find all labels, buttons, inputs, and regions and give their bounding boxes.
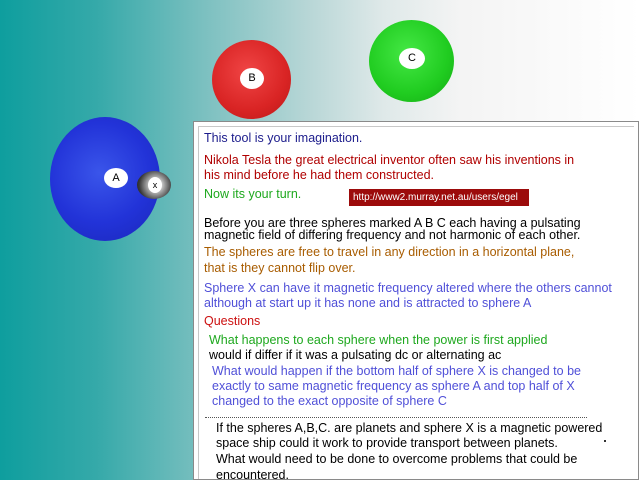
question-3-line3: What would need to be done to overcome p…: [216, 452, 578, 466]
question-1-line1: What happens to each sphere when the pow…: [209, 333, 548, 347]
before-text-line2: magnetic field of differing frequency an…: [204, 228, 581, 242]
panel-title: This tool is your imagination.: [204, 131, 363, 145]
sphere-a-label: A: [104, 168, 128, 188]
sphere-x-text-line2: although at start up it has none and is …: [204, 296, 532, 310]
question-3-line2: space ship could it work to provide tran…: [216, 436, 558, 450]
tesla-text-line2: his mind before he had them constructed.: [204, 168, 434, 182]
question-2-line3: changed to the exact opposite of sphere …: [212, 394, 447, 408]
url-link[interactable]: http://www2.murray.net.au/users/egel: [349, 189, 529, 206]
question-2-line1: What would happen if the bottom half of …: [212, 364, 581, 378]
free-text-line1: The spheres are free to travel in any di…: [204, 245, 575, 259]
info-panel-content: This tool is your imagination. Nikola Te…: [198, 126, 634, 479]
sphere-c-label: C: [399, 48, 425, 69]
tesla-text-line1: Nikola Tesla the great electrical invent…: [204, 153, 575, 167]
sphere-x-label: x: [148, 177, 162, 193]
questions-heading: Questions: [204, 314, 261, 328]
info-panel: This tool is your imagination. Nikola Te…: [193, 121, 639, 480]
dotted-divider: [205, 417, 587, 418]
question-1-line2: would if differ if it was a pulsating dc…: [209, 348, 502, 362]
turn-text: Now its your turn.: [204, 187, 302, 201]
sphere-b-label: B: [240, 68, 264, 89]
stray-dot: [604, 440, 606, 442]
sphere-x-text-line1: Sphere X can have it magnetic frequency …: [204, 281, 612, 295]
free-text-line2: that is they cannot flip over.: [204, 261, 356, 275]
question-2-line2: exactly to same magnetic frequency as sp…: [212, 379, 575, 393]
question-3-line4: encountered.: [216, 468, 289, 480]
question-3-line1: If the spheres A,B,C. are planets and sp…: [216, 421, 603, 435]
